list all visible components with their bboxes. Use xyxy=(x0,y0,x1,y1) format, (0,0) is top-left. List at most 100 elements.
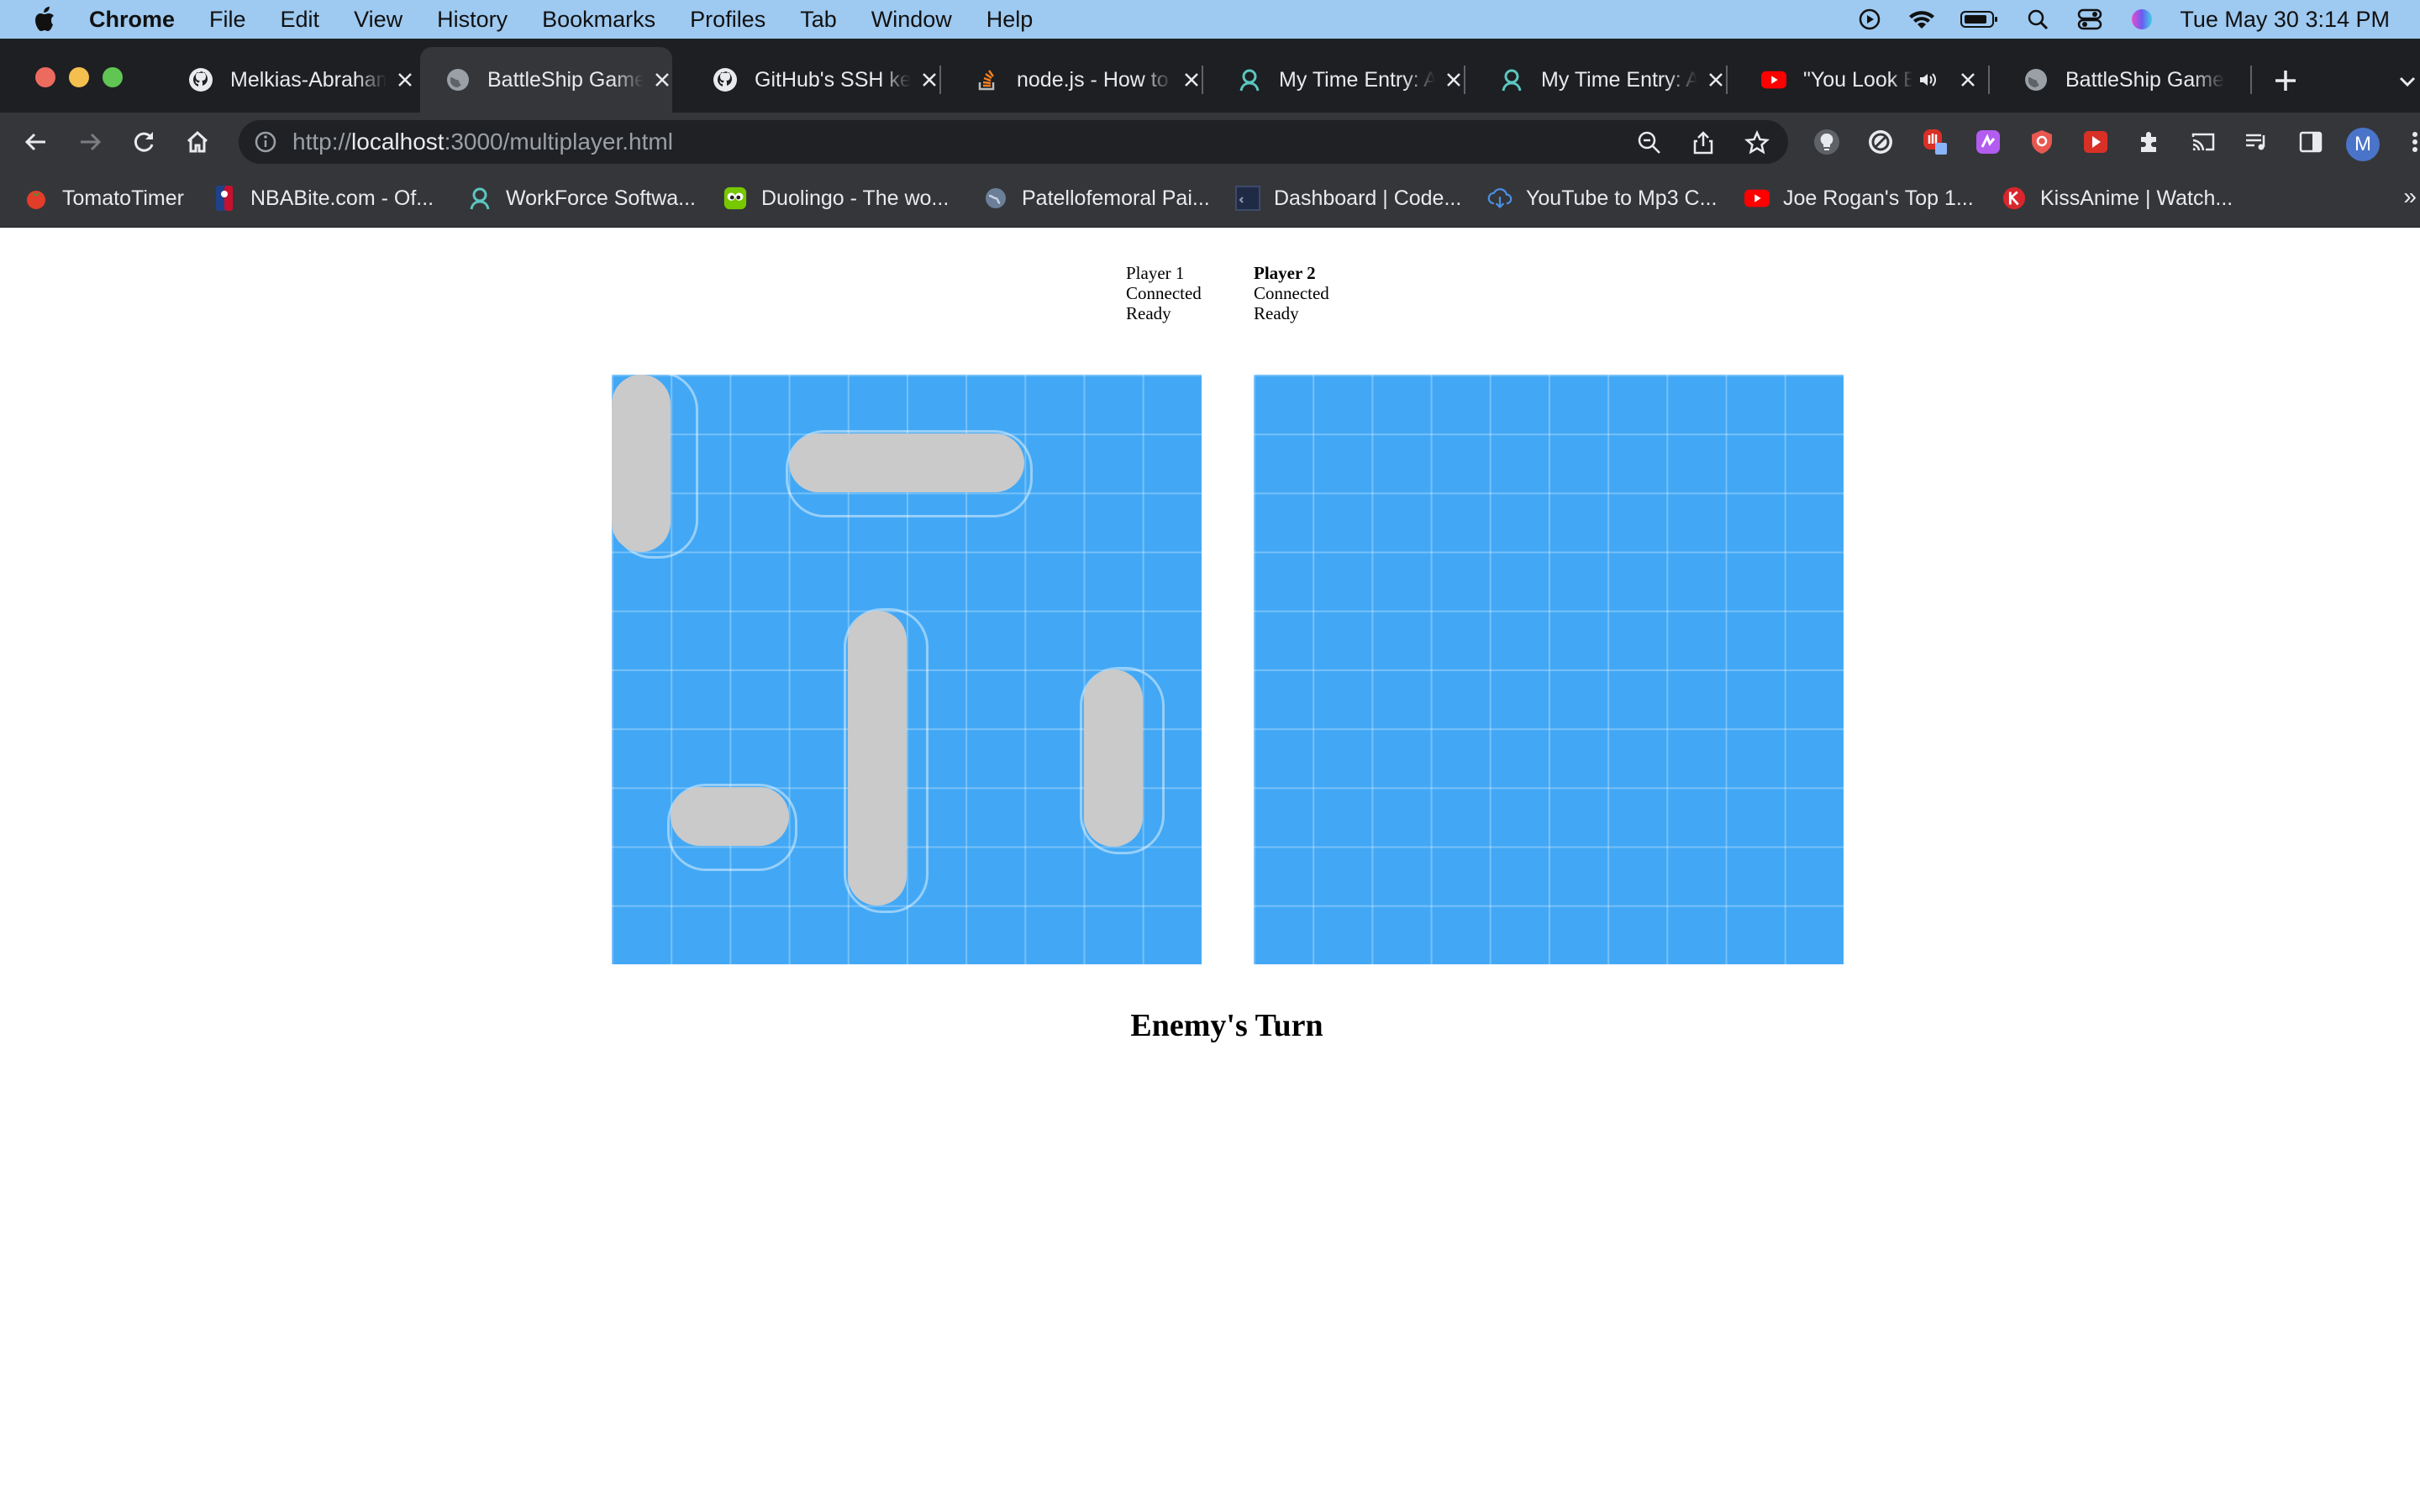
url-scheme: http:// xyxy=(292,129,352,155)
lightbulb-extension-icon[interactable] xyxy=(1812,127,1842,157)
menu-tab[interactable]: Tab xyxy=(800,7,837,33)
chrome-menu-kebab-icon[interactable] xyxy=(2400,127,2420,157)
spotlight-search-icon[interactable] xyxy=(2023,8,2052,30)
tab-separator xyxy=(1202,66,1203,94)
zoom-icon[interactable] xyxy=(1635,129,1664,157)
fullscreen-window-button[interactable] xyxy=(103,67,123,87)
tab-battleship-game-active[interactable]: BattleShip Game xyxy=(420,47,672,113)
bookmark-label: NBABite.com - Of... xyxy=(250,186,434,210)
blocker-extension-icon[interactable] xyxy=(1865,127,1896,157)
menu-view[interactable]: View xyxy=(354,7,402,33)
player-1-name: Player 1 xyxy=(1126,263,1185,283)
video-extension-icon[interactable] xyxy=(2081,127,2111,157)
shield-extension-icon[interactable] xyxy=(2027,127,2057,157)
menu-file[interactable]: File xyxy=(209,7,246,33)
bookmark-dashboard-code[interactable]: Dashboard | Code... xyxy=(1235,183,1461,213)
battleship-page: Player 1 Connected Ready Player 2 Connec… xyxy=(0,228,2420,1512)
media-controls-icon[interactable] xyxy=(2242,127,2272,157)
url-path: :3000/multiplayer.html xyxy=(444,129,673,155)
destroyer-ship[interactable] xyxy=(612,375,671,552)
player-2-status: Player 2 Connected Ready xyxy=(1254,263,1380,323)
globe-icon xyxy=(2023,67,2049,92)
tab-battleship-game-2[interactable]: BattleShip Game xyxy=(1998,47,2252,113)
close-tab-icon[interactable] xyxy=(1958,70,1978,90)
codeacademy-icon xyxy=(1235,186,1260,211)
kissanime-icon xyxy=(2002,186,2027,211)
tab-melkias-abraham[interactable]: Melkias-Abraham xyxy=(163,47,415,113)
tab-youtube-you-look[interactable]: "You Look E xyxy=(1736,47,1990,113)
close-tab-icon[interactable] xyxy=(1444,70,1464,90)
bookmarks-overflow-icon[interactable]: » xyxy=(2403,183,2417,210)
download-cloud-icon xyxy=(1487,186,1512,211)
close-tab-icon[interactable] xyxy=(919,70,939,90)
battleship-ship[interactable] xyxy=(847,610,907,906)
bookmark-tomatotimer[interactable]: TomatoTimer xyxy=(24,183,184,213)
control-center-icon[interactable] xyxy=(2075,8,2104,30)
siri-icon[interactable] xyxy=(2128,8,2156,30)
tab-github-ssh-key[interactable]: GitHub's SSH key xyxy=(687,47,941,113)
stackoverflow-icon xyxy=(975,67,1000,92)
nba-icon xyxy=(212,186,237,211)
close-tab-icon[interactable] xyxy=(1181,70,1202,90)
close-tab-icon[interactable] xyxy=(652,70,672,90)
address-bar[interactable]: http://localhost:3000/multiplayer.html xyxy=(239,120,1788,164)
tomato-icon xyxy=(24,186,49,211)
play-circle-icon[interactable] xyxy=(1855,8,1884,30)
patrol-boat-ship[interactable] xyxy=(671,787,789,847)
home-icon[interactable] xyxy=(183,128,212,156)
youtube-icon xyxy=(1761,67,1786,92)
user-grid xyxy=(612,375,1202,964)
bookmark-patellofemoral[interactable]: Patellofemoral Pai... xyxy=(983,183,1210,213)
menu-edit[interactable]: Edit xyxy=(281,7,320,33)
battery-icon[interactable] xyxy=(1960,8,2000,30)
tab-my-time-entry-2[interactable]: My Time Entry: A xyxy=(1474,47,1728,113)
audio-playing-icon[interactable] xyxy=(1918,70,1938,90)
close-tab-icon[interactable] xyxy=(395,70,415,90)
side-panel-icon[interactable] xyxy=(2296,127,2326,157)
bookmark-joe-rogan[interactable]: Joe Rogan's Top 1... xyxy=(1744,183,1974,213)
forward-arrow-icon[interactable] xyxy=(76,128,104,156)
bookmark-nbabite[interactable]: NBABite.com - Of... xyxy=(212,183,434,213)
profile-avatar[interactable]: M xyxy=(2346,128,2380,161)
tab-title: Melkias-Abraham xyxy=(230,67,387,92)
tab-search-chevron-icon[interactable] xyxy=(2396,71,2418,92)
workforce-icon xyxy=(467,186,492,211)
tab-nodejs-how-to[interactable]: node.js - How to xyxy=(950,47,1203,113)
back-arrow-icon[interactable] xyxy=(22,128,50,156)
red-hand-extension-icon[interactable] xyxy=(1919,127,1949,157)
tab-separator xyxy=(1988,66,1990,94)
new-tab-plus-icon[interactable] xyxy=(2269,64,2302,97)
apple-logo-icon[interactable] xyxy=(34,7,55,32)
bookmark-star-icon[interactable] xyxy=(1743,129,1771,157)
minimize-window-button[interactable] xyxy=(69,67,89,87)
site-info-icon[interactable] xyxy=(254,130,277,154)
reload-icon[interactable] xyxy=(129,128,158,156)
wifi-icon[interactable] xyxy=(1907,8,1936,30)
submarine-ship[interactable] xyxy=(788,433,1025,493)
bookmark-workforce[interactable]: WorkForce Softwa... xyxy=(467,183,696,213)
macos-menu-bar: Chrome File Edit View History Bookmarks … xyxy=(0,0,2420,39)
menu-history[interactable]: History xyxy=(437,7,508,33)
enemy-grid[interactable] xyxy=(1254,375,1844,964)
tab-my-time-entry-1[interactable]: My Time Entry: A xyxy=(1212,47,1465,113)
workforce-icon xyxy=(1237,67,1262,92)
bookmark-duolingo[interactable]: Duolingo - The wo... xyxy=(723,183,949,213)
purple-extension-icon[interactable] xyxy=(1973,127,2003,157)
extensions-puzzle-icon[interactable] xyxy=(2134,127,2165,157)
menu-bookmarks[interactable]: Bookmarks xyxy=(542,7,655,33)
menubar-clock[interactable]: Tue May 30 3:14 PM xyxy=(2180,7,2390,33)
menu-profiles[interactable]: Profiles xyxy=(690,7,765,33)
bookmark-youtube-to-mp3[interactable]: YouTube to Mp3 C... xyxy=(1487,183,1717,213)
bookmark-kissanime[interactable]: KissAnime | Watch... xyxy=(2002,183,2233,213)
share-icon[interactable] xyxy=(1689,129,1718,157)
menu-app-name[interactable]: Chrome xyxy=(89,7,175,33)
menu-help[interactable]: Help xyxy=(986,7,1034,33)
close-window-button[interactable] xyxy=(35,67,55,87)
tab-title: My Time Entry: A xyxy=(1279,67,1436,92)
cast-icon[interactable] xyxy=(2188,127,2218,157)
tab-title: node.js - How to xyxy=(1017,67,1169,92)
menu-window[interactable]: Window xyxy=(871,7,952,33)
bookmark-label: TomatoTimer xyxy=(62,186,184,210)
cruiser-ship[interactable] xyxy=(1083,669,1143,847)
close-tab-icon[interactable] xyxy=(1706,70,1726,90)
